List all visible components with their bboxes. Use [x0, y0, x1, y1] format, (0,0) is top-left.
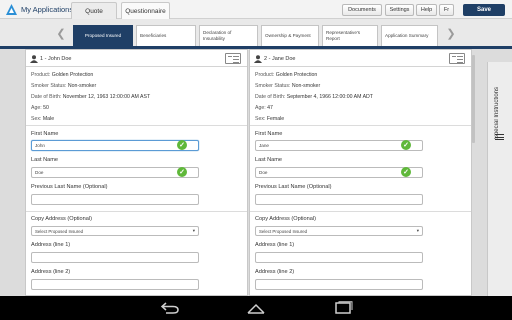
recents-icon[interactable] — [333, 301, 353, 315]
app-logo-icon — [6, 4, 17, 15]
app-title[interactable]: My Applications — [21, 5, 73, 14]
id-card-icon[interactable] — [449, 53, 465, 64]
dob-info: Date of Birth: September 4, 1966 12:00:0… — [255, 94, 373, 100]
address1-input[interactable] — [255, 252, 423, 263]
documents-button[interactable]: Documents — [342, 4, 382, 16]
copy-address-select[interactable]: Select Proposed Insured ▾ — [31, 226, 199, 236]
copy-address-label: Copy Address (Optional) — [255, 216, 316, 222]
help-button[interactable]: Help — [416, 4, 437, 16]
step-application-summary[interactable]: Application Summary — [381, 25, 438, 46]
smoker-info: Smoker Status: Non-smoker — [31, 83, 97, 89]
insured-panel-2: 2 - Jane Doe Product: Golden Protection … — [249, 49, 472, 296]
step-ownership-payment[interactable]: Ownership & Payment — [261, 25, 319, 46]
divider — [250, 125, 471, 126]
app-header: My Applications Quote Questionnaire Docu… — [0, 0, 512, 19]
back-icon[interactable] — [160, 301, 180, 315]
scrollbar[interactable] — [472, 55, 475, 143]
address2-input[interactable] — [255, 279, 423, 290]
last-name-label: Last Name — [255, 157, 283, 163]
chevron-down-icon: ▾ — [192, 228, 195, 233]
sex-info: Sex: Female — [255, 116, 285, 122]
prev-last-name-input[interactable] — [255, 194, 423, 205]
id-card-icon[interactable] — [225, 53, 241, 64]
divider — [26, 125, 247, 126]
address2-input[interactable] — [31, 279, 199, 290]
home-icon[interactable] — [246, 301, 266, 315]
divider — [26, 211, 247, 212]
divider — [250, 211, 471, 212]
panel-header: 1 - John Doe — [26, 50, 247, 67]
chevron-right-icon[interactable]: ❯ — [444, 25, 458, 41]
address1-input[interactable] — [31, 252, 199, 263]
checkmark-icon: ✓ — [177, 140, 187, 150]
first-name-input[interactable]: John — [31, 140, 199, 151]
address2-label: Address (line 2) — [31, 269, 71, 275]
special-instructions-tab[interactable]: Special Instructions — [487, 62, 512, 296]
copy-address-label: Copy Address (Optional) — [31, 216, 92, 222]
chevron-left-icon[interactable]: ❮ — [54, 25, 68, 41]
step-declaration[interactable]: Declaration of Insurability — [199, 25, 258, 46]
last-name-label: Last Name — [31, 157, 59, 163]
language-button[interactable]: Fr — [439, 4, 454, 16]
prev-last-name-label: Previous Last Name (Optional) — [31, 184, 108, 190]
save-button[interactable]: Save — [463, 4, 505, 16]
step-beneficiaries[interactable]: Beneficiaries — [136, 25, 196, 46]
first-name-input[interactable]: Jane — [255, 140, 423, 151]
age-info: Age: 50 — [31, 105, 49, 111]
address1-label: Address (line 1) — [255, 242, 295, 248]
first-name-label: First Name — [255, 131, 283, 137]
prev-last-name-label: Previous Last Name (Optional) — [255, 184, 332, 190]
product-info: Product: Golden Protection — [31, 72, 94, 78]
settings-button[interactable]: Settings — [385, 4, 414, 16]
checkmark-icon: ✓ — [401, 140, 411, 150]
system-nav-bar — [0, 296, 512, 320]
product-info: Product: Golden Protection — [255, 72, 318, 78]
tab-quote[interactable]: Quote — [71, 2, 117, 19]
step-proposed-insured[interactable]: Proposed Insured — [73, 25, 133, 46]
person-icon — [30, 55, 38, 63]
checkmark-icon: ✓ — [177, 167, 187, 177]
last-name-input[interactable]: Doe — [31, 167, 199, 178]
first-name-label: First Name — [31, 131, 59, 137]
tab-questionnaire[interactable]: Questionnaire — [121, 2, 170, 19]
age-info: Age: 47 — [255, 105, 273, 111]
menu-icon — [495, 134, 504, 140]
step-representatives-report[interactable]: Representative's Report — [322, 25, 378, 46]
person-icon — [254, 55, 262, 63]
step-navigation: ❮ Proposed Insured Beneficiaries Declara… — [0, 19, 512, 49]
copy-address-select[interactable]: Select Proposed Insured ▾ — [255, 226, 423, 236]
panel-header: 2 - Jane Doe — [250, 50, 471, 67]
prev-last-name-input[interactable] — [31, 194, 199, 205]
sex-info: Sex: Male — [31, 116, 55, 122]
chevron-down-icon: ▾ — [416, 228, 419, 233]
address1-label: Address (line 1) — [31, 242, 71, 248]
address2-label: Address (line 2) — [255, 269, 295, 275]
last-name-input[interactable]: Doe — [255, 167, 423, 178]
special-instructions-label: Special Instructions — [494, 87, 500, 140]
smoker-info: Smoker Status: Non-smoker — [255, 83, 321, 89]
panel-title: 2 - Jane Doe — [264, 56, 296, 62]
dob-info: Date of Birth: November 12, 1963 12:00:0… — [31, 94, 151, 100]
insured-panel-1: 1 - John Doe Product: Golden Protection … — [25, 49, 248, 296]
checkmark-icon: ✓ — [401, 167, 411, 177]
panel-title: 1 - John Doe — [40, 56, 72, 62]
